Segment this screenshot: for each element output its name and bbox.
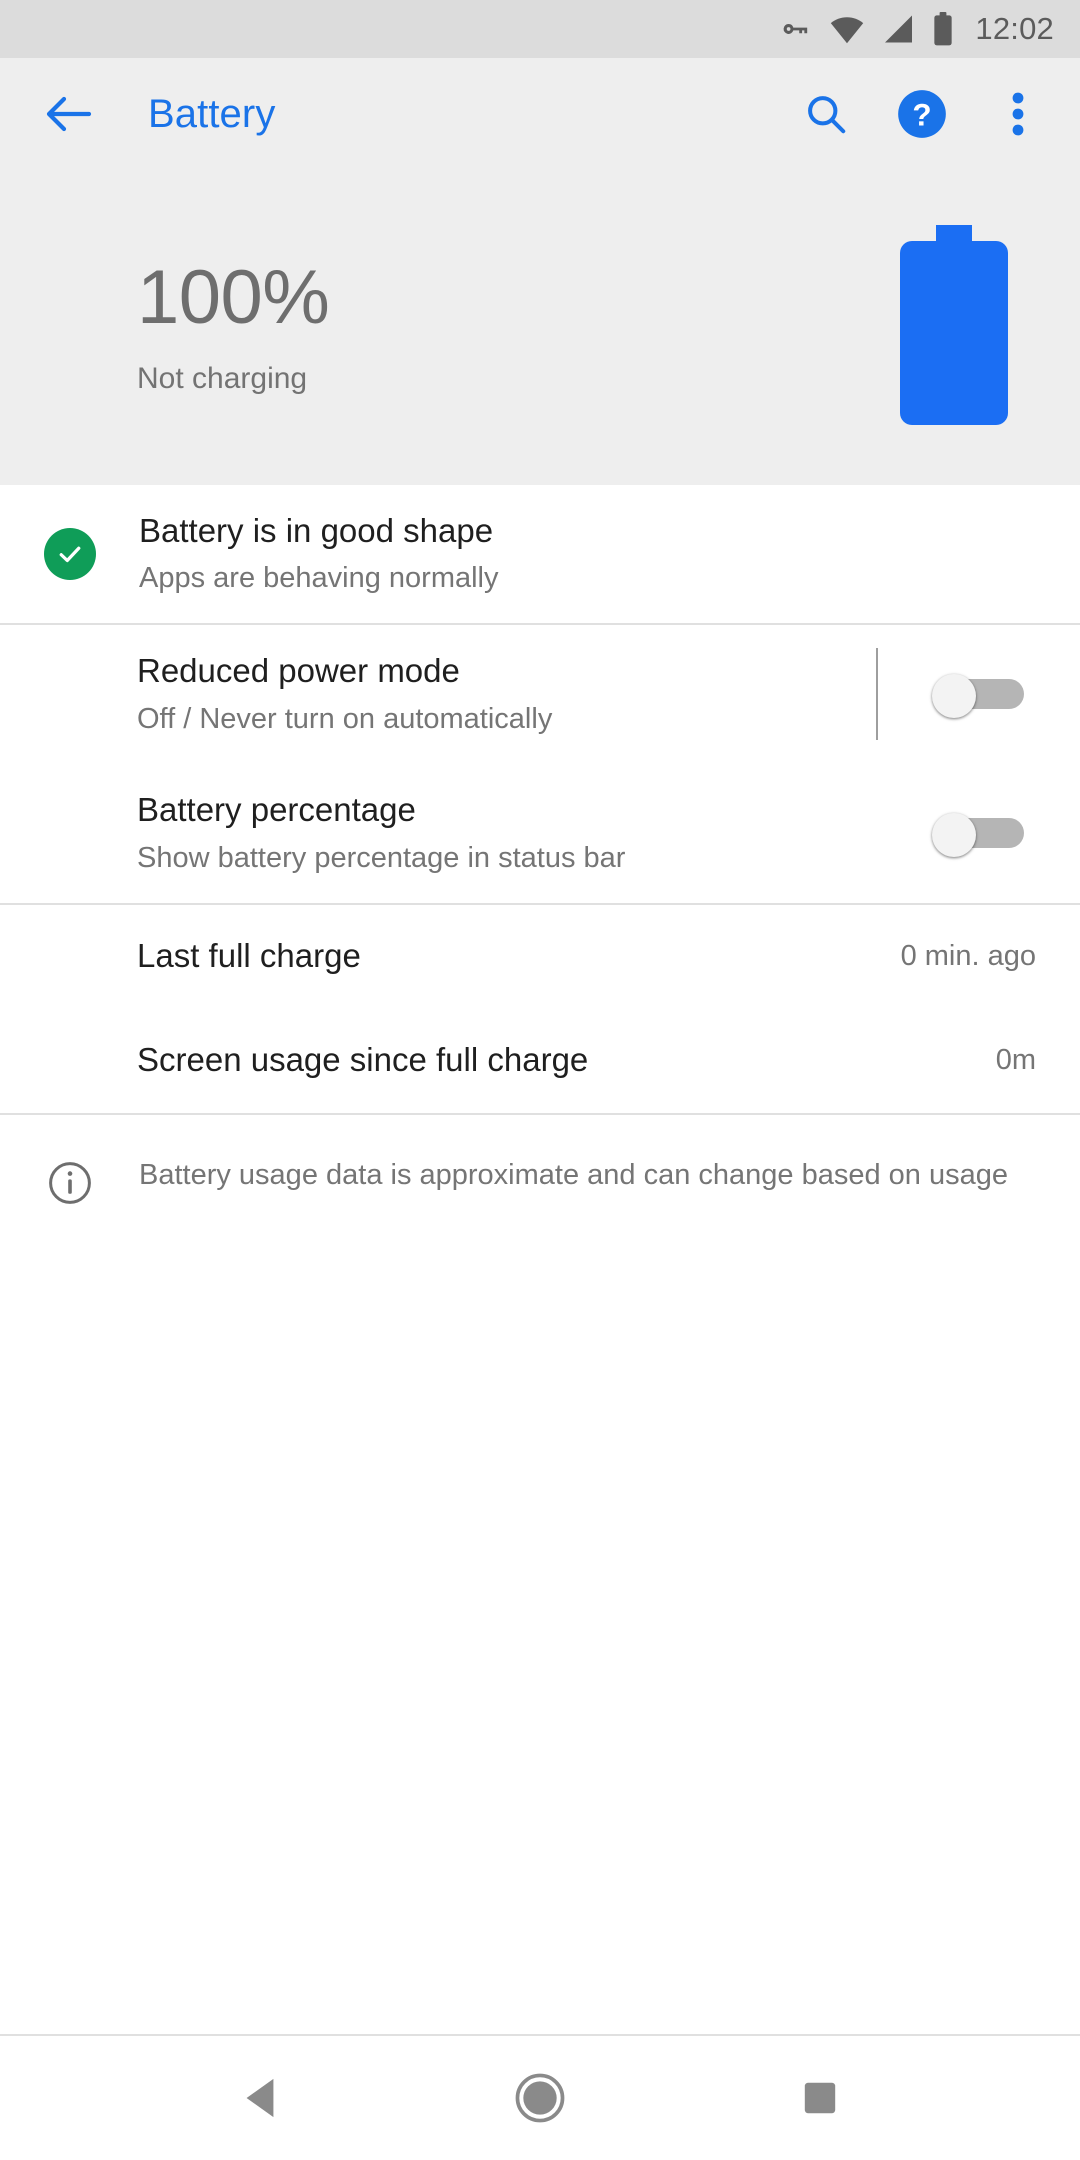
battery-health-subtitle: Apps are behaving normally <box>139 562 499 595</box>
status-bar: 12:02 <box>0 0 1080 58</box>
reduced-power-mode-row[interactable]: Reduced power mode Off / Never turn on a… <box>0 624 1080 764</box>
screen-usage-row[interactable]: Screen usage since full charge 0m <box>0 1008 1080 1113</box>
toggle-separator <box>876 648 878 740</box>
svg-text:?: ? <box>912 98 931 133</box>
battery-percentage-subtitle: Show battery percentage in status bar <box>137 841 626 874</box>
screen-usage-title: Screen usage since full charge <box>137 1041 589 1079</box>
battery-percentage-row[interactable]: Battery percentage Show battery percenta… <box>0 763 1080 903</box>
battery-icon <box>932 12 954 46</box>
battery-settings-screen: 12:02 Battery ? 100% Not charging Batter… <box>0 0 1080 2160</box>
nav-recents-square-icon[interactable] <box>765 2043 875 2153</box>
reduced-power-mode-switch[interactable] <box>932 674 1024 718</box>
last-full-charge-title: Last full charge <box>137 937 361 975</box>
app-bar: Battery ? <box>0 58 1080 170</box>
system-navigation-bar <box>0 2034 1080 2160</box>
reduced-power-mode-texts: Reduced power mode Off / Never turn on a… <box>0 651 876 737</box>
search-icon[interactable] <box>796 84 856 144</box>
status-bar-clock: 12:02 <box>975 11 1054 46</box>
overflow-menu-icon[interactable] <box>988 84 1048 144</box>
battery-health-row[interactable]: Battery is in good shape Apps are behavi… <box>0 485 1080 623</box>
switch-thumb <box>932 674 976 718</box>
green-check-circle-icon <box>0 527 139 580</box>
battery-usage-note: Battery usage data is approximate and ca… <box>0 1115 1080 1247</box>
last-full-charge-row[interactable]: Last full charge 0 min. ago <box>0 904 1080 1009</box>
vpn-key-icon <box>778 12 812 46</box>
battery-summary-header: 100% Not charging <box>0 170 1080 485</box>
reduced-power-mode-title: Reduced power mode <box>137 652 460 690</box>
battery-percentage-title: Battery percentage <box>137 791 416 829</box>
battery-percentage-value: 100% <box>137 254 330 340</box>
nav-back-triangle-icon[interactable] <box>205 2043 315 2153</box>
switch-thumb <box>932 813 976 857</box>
battery-percentage-switch[interactable] <box>932 813 1024 857</box>
back-arrow-icon[interactable] <box>38 83 100 145</box>
battery-charge-state: Not charging <box>137 361 308 395</box>
page-title: Battery <box>148 91 276 136</box>
info-circle-icon <box>0 1155 139 1207</box>
battery-summary-text: 100% Not charging <box>0 254 330 396</box>
battery-settings-list: Battery is in good shape Apps are behavi… <box>0 485 1080 2034</box>
last-full-charge-value: 0 min. ago <box>900 940 1036 972</box>
battery-usage-note-text: Battery usage data is approximate and ca… <box>139 1158 1008 1191</box>
help-icon[interactable]: ? <box>892 84 952 144</box>
cellular-signal-icon <box>882 14 915 44</box>
battery-percentage-texts: Battery percentage Show battery percenta… <box>0 790 876 876</box>
battery-health-title: Battery is in good shape <box>139 512 494 549</box>
wifi-icon <box>829 14 865 44</box>
screen-usage-value: 0m <box>995 1044 1036 1076</box>
large-battery-graphic-icon <box>894 225 1014 430</box>
battery-health-texts: Battery is in good shape Apps are behavi… <box>139 511 1038 597</box>
content-spacer <box>0 1246 1080 2034</box>
app-bar-actions: ? <box>796 84 1048 144</box>
nav-home-circle-icon[interactable] <box>485 2043 595 2153</box>
reduced-power-mode-subtitle: Off / Never turn on automatically <box>137 702 553 735</box>
